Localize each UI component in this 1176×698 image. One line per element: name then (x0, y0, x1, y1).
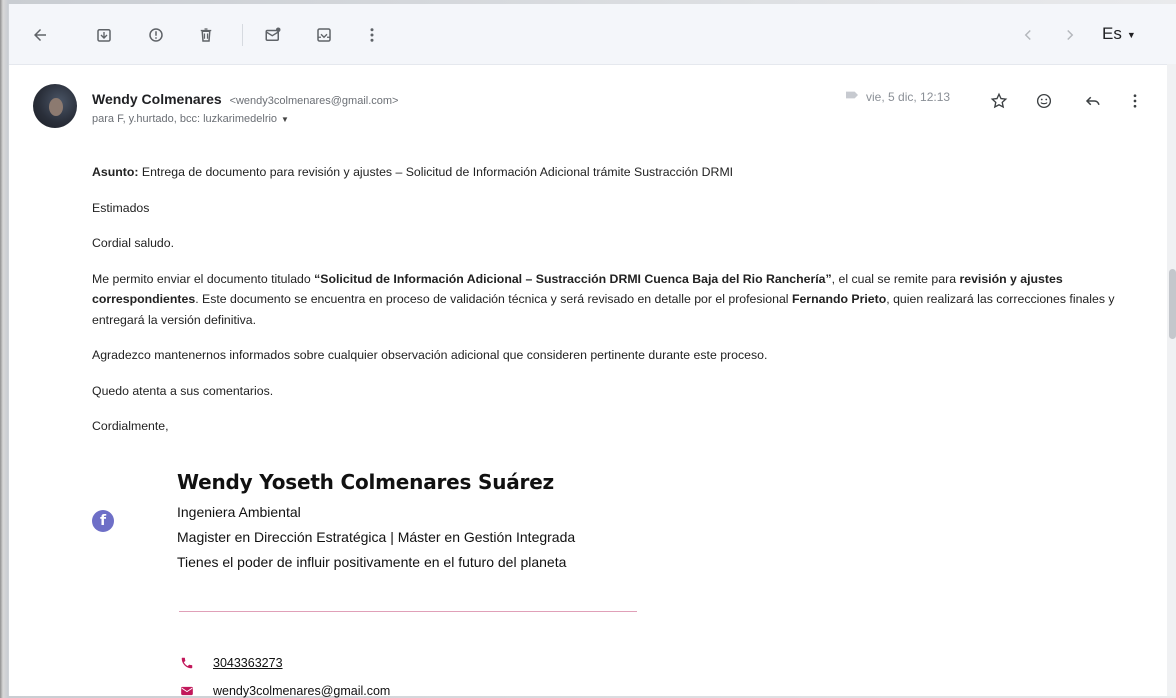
signature-title: Ingeniera Ambiental (177, 504, 301, 520)
subject-text: Entrega de documento para revisión y aju… (138, 165, 734, 179)
prev-icon[interactable] (1015, 22, 1041, 48)
more-options-icon[interactable] (1123, 89, 1147, 113)
next-icon[interactable] (1057, 22, 1083, 48)
closing: Cordialmente, (92, 419, 169, 433)
recipients-text: para F, y.hurtado, bcc: luzkarimedelrio (92, 113, 278, 125)
recipients-dropdown-icon[interactable]: ▼ (281, 115, 289, 124)
scrollbar-thumb[interactable] (1169, 269, 1176, 339)
phone-link[interactable]: 3043363273 (213, 656, 283, 670)
back-arrow-icon[interactable] (27, 22, 53, 48)
main-paragraph: Me permito enviar el documento titulado … (92, 269, 1152, 331)
email-body: Asunto: Entrega de documento para revisi… (92, 162, 1152, 452)
more-vert-icon[interactable] (359, 22, 385, 48)
star-icon[interactable] (987, 89, 1011, 113)
signature-divider (179, 611, 637, 612)
main-text-2: , el cual se remite para (831, 271, 960, 286)
phone-row: 3043363273 (179, 656, 283, 670)
main-text-1: Me permito enviar el documento titulado (92, 271, 315, 286)
phone-icon (179, 656, 195, 670)
signature-block: Wendy Yoseth Colmenares Suárez Ingeniera… (177, 470, 575, 570)
language-selector[interactable]: Es ▼ (1102, 24, 1136, 44)
scrollbar[interactable] (1167, 64, 1176, 696)
emoji-icon[interactable] (1032, 89, 1056, 113)
avatar[interactable] (33, 84, 77, 128)
signature-degrees: Magister en Dirección Estratégica | Mást… (177, 529, 576, 545)
language-label: Es (1102, 24, 1122, 43)
reviewer-name: Fernando Prieto (791, 292, 887, 306)
delete-icon[interactable] (193, 22, 219, 48)
sender-line: Wendy Colmenares <wendy3colmenares@gmail… (92, 91, 398, 107)
reply-icon[interactable] (1081, 89, 1105, 113)
sender-name[interactable]: Wendy Colmenares (92, 91, 222, 107)
email-meta: vie, 5 dic, 12:13 (844, 87, 950, 106)
await-paragraph: Quedo atenta a sus comentarios. (92, 383, 274, 398)
subject-paragraph: Asunto: Entrega de documento para revisi… (92, 162, 1152, 183)
caret-down-icon: ▼ (1126, 29, 1136, 40)
greeting: Estimados (92, 200, 150, 215)
toolbar: Es ▼ (9, 4, 1176, 65)
salutation: Cordial saludo. (92, 236, 175, 250)
signature-motto: Tienes el poder de influir positivamente… (177, 554, 567, 570)
subject-label: Asunto: (92, 165, 139, 179)
label-icon[interactable] (844, 87, 860, 106)
document-title: “Solicitud de Información Adicional – Su… (314, 271, 832, 286)
archive-icon[interactable] (91, 22, 117, 48)
email-date: vie, 5 dic, 12:13 (866, 89, 951, 104)
recipients[interactable]: para F, y.hurtado, bcc: luzkarimedelrio ▼ (92, 113, 289, 125)
signature-name: Wendy Yoseth Colmenares Suárez (177, 470, 554, 494)
email-window: Es ▼ Wendy Colmenares <wendy3colmenares@g… (8, 4, 1176, 698)
thanks-paragraph: Agradezco mantenernos informados sobre c… (92, 348, 768, 362)
facebook-icon[interactable]: f (92, 510, 114, 532)
sender-email: <wendy3colmenares@gmail.com> (229, 95, 399, 107)
toolbar-divider (242, 24, 243, 46)
move-to-icon[interactable] (311, 22, 337, 48)
main-text-3: . Este documento se encuentra en proceso… (195, 292, 792, 306)
report-spam-icon[interactable] (143, 22, 169, 48)
mark-unread-icon[interactable] (260, 22, 286, 48)
